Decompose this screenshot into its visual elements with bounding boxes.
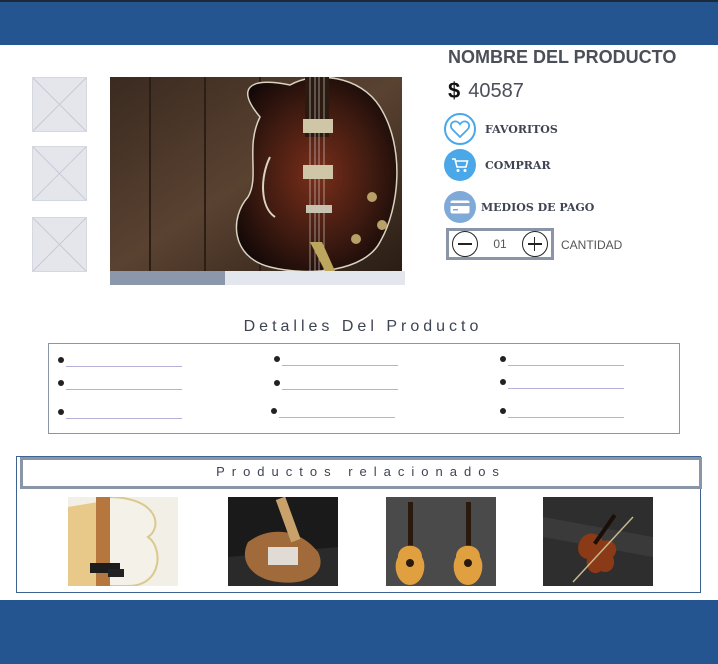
minus-icon[interactable] [452,231,478,257]
bullet-dot [271,408,277,414]
related-products-header: Productos relacionados [20,457,702,489]
price-row: $ 40587 [448,77,524,105]
image-placeholder-icon [33,78,86,131]
placeholder-line [66,366,182,367]
image-placeholder-icon [33,218,86,271]
placeholder-line [508,365,624,366]
placeholder-line [279,417,395,418]
detail-item [58,380,190,390]
image-placeholder-icon [33,147,86,200]
related-product-3[interactable] [386,497,496,586]
product-title: NOMBRE DEL PRODUCTO [448,47,677,67]
placeholder-line [66,389,182,390]
placeholder-line [66,418,182,419]
bass-guitar-photo [68,497,178,586]
bullet-dot [500,408,506,414]
quantity-label: CANTIDAD [561,238,623,252]
acoustic-guitars-photo [386,497,496,586]
credit-card-icon [444,191,476,223]
guitar-photo [110,77,402,271]
bullet-dot [274,356,280,362]
thumbnail-1[interactable] [32,77,87,132]
heart-icon [444,113,476,145]
violin-photo [543,497,653,586]
favorites-button[interactable]: FAVORITOS [444,113,558,145]
bottom-footer-bar [0,600,718,664]
detail-item [274,356,406,366]
currency-symbol: $ [448,78,461,103]
image-progress-fill [110,271,226,285]
related-products-title: Productos relacionados [216,464,506,479]
detail-item [58,409,190,419]
details-title: Detalles Del Producto [243,318,483,335]
main-product-image[interactable] [110,77,402,271]
buy-button[interactable]: COMPRAR [444,149,551,181]
placeholder-line [508,417,624,418]
related-product-4[interactable] [543,497,653,586]
detail-item [500,379,632,389]
plus-icon[interactable] [521,231,548,257]
detail-item [500,408,632,418]
favorites-label: FAVORITOS [485,122,558,136]
electric-guitar-photo [228,497,338,586]
bullet-dot [58,409,64,415]
detail-item [58,357,190,367]
details-box [48,343,680,434]
quantity-stepper: 01 [446,228,554,260]
shopping-cart-icon [444,149,476,181]
bullet-dot [58,357,64,363]
bullet-dot [500,379,506,385]
detail-item [271,408,403,418]
related-product-1[interactable] [68,497,178,586]
buy-label: COMPRAR [485,158,551,172]
top-header-bar [0,0,718,45]
bullet-dot [500,356,506,362]
bullet-dot [274,380,280,386]
bullet-dot [58,380,64,386]
placeholder-line [282,389,398,390]
placeholder-line [508,388,624,389]
thumbnail-3[interactable] [32,217,87,272]
quantity-value[interactable]: 01 [493,237,506,251]
detail-item [500,356,632,366]
product-price: 40587 [468,79,524,102]
payment-methods-label: MEDIOS DE PAGO [481,200,595,214]
detail-item [274,380,406,390]
related-product-2[interactable] [228,497,338,586]
image-progress-bar [110,271,405,285]
payment-methods-button[interactable]: MEDIOS DE PAGO [444,191,594,223]
thumbnail-2[interactable] [32,146,87,201]
placeholder-line [282,365,398,366]
